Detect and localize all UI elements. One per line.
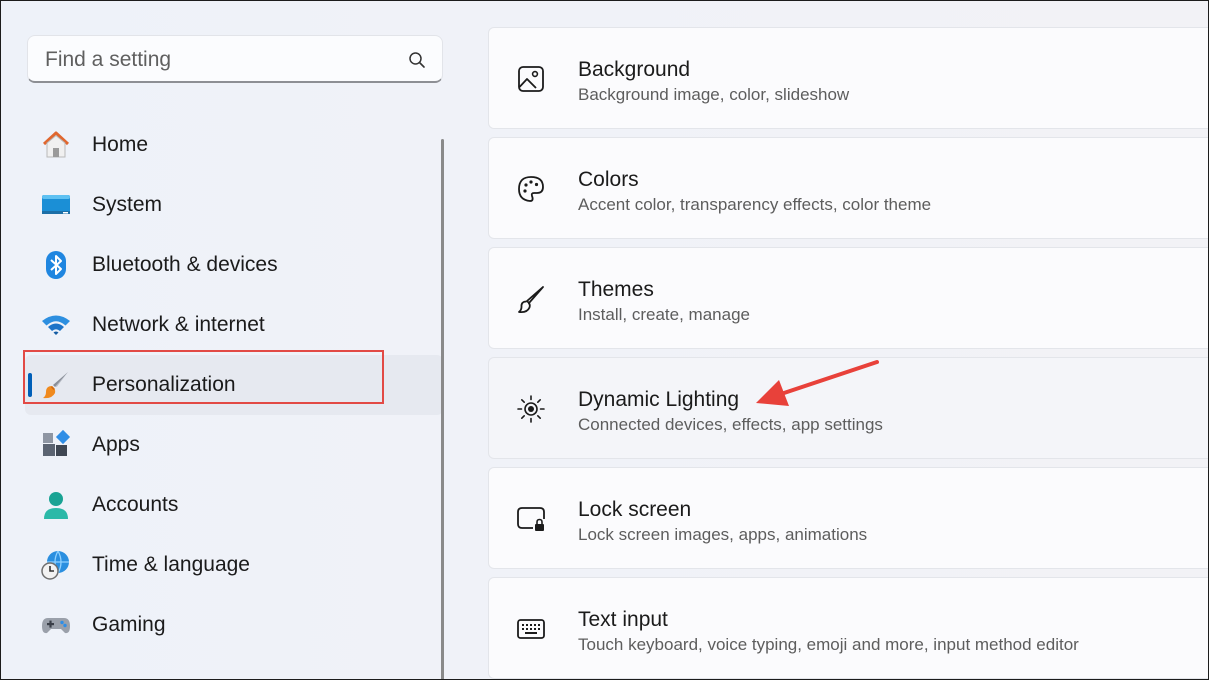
card-subtitle: Accent color, transparency effects, colo…: [578, 195, 932, 214]
sidebar-item-home[interactable]: Home: [25, 115, 443, 175]
card-subtitle: Background image, color, slideshow: [578, 85, 850, 104]
sidebar-item-label: Accounts: [92, 493, 179, 516]
sidebar-item-label: Network & internet: [92, 313, 265, 336]
sidebar-item-apps[interactable]: Apps: [25, 415, 443, 475]
palette-icon: [518, 176, 544, 202]
card-colors[interactable]: Colors Accent color, transparency effect…: [488, 137, 1208, 239]
sidebar-item-network[interactable]: Network & internet: [25, 295, 443, 355]
lock-screen-icon: [517, 507, 545, 531]
search-input[interactable]: [43, 36, 397, 84]
card-title: Dynamic Lighting: [578, 388, 740, 411]
card-subtitle: Lock screen images, apps, animations: [578, 525, 868, 544]
card-background[interactable]: Background Background image, color, slid…: [488, 27, 1208, 129]
card-title: Background: [578, 58, 691, 81]
card-themes[interactable]: Themes Install, create, manage: [488, 247, 1208, 349]
wifi-icon: [40, 309, 72, 341]
apps-icon: [40, 429, 72, 461]
sidebar-scrollbar[interactable]: [441, 139, 444, 679]
system-icon: [40, 189, 72, 221]
sidebar-item-label: Bluetooth & devices: [92, 253, 278, 276]
card-title: Colors: [578, 168, 639, 191]
sidebar-item-label: Home: [92, 133, 149, 156]
sidebar-item-label: System: [92, 193, 163, 216]
personalization-cards: Background Background image, color, slid…: [488, 27, 1208, 679]
card-subtitle: Touch keyboard, voice typing, emoji and …: [578, 635, 1079, 654]
search-box[interactable]: [27, 35, 443, 84]
image-icon: [518, 66, 544, 92]
sidebar-item-label: Apps: [92, 433, 140, 456]
sidebar-item-time-language[interactable]: Time & language: [25, 535, 443, 595]
sidebar-item-system[interactable]: System: [25, 175, 443, 235]
gamepad-icon: [40, 609, 72, 641]
card-subtitle: Connected devices, effects, app settings: [578, 415, 883, 434]
sidebar-item-label: Gaming: [92, 613, 166, 636]
sidebar-item-label: Time & language: [92, 553, 250, 576]
sidebar-item-bluetooth[interactable]: Bluetooth & devices: [25, 235, 443, 295]
card-subtitle: Install, create, manage: [578, 305, 750, 324]
sidebar-item-accounts[interactable]: Accounts: [25, 475, 443, 535]
card-title: Themes: [578, 278, 654, 301]
settings-window: Home System Bluetooth & devices: [0, 0, 1209, 680]
card-text-input[interactable]: Text input Touch keyboard, voice typing,…: [488, 577, 1208, 679]
globe-clock-icon: [40, 549, 72, 581]
card-lock-screen[interactable]: Lock screen Lock screen images, apps, an…: [488, 467, 1208, 569]
dynamic-lighting-icon: [517, 395, 545, 423]
search-icon[interactable]: [408, 51, 426, 69]
brush-icon: [518, 286, 544, 314]
home-icon: [40, 129, 72, 161]
bluetooth-icon: [40, 249, 72, 281]
annotation-highlight-box: [23, 350, 384, 404]
accounts-icon: [40, 489, 72, 521]
keyboard-icon: [517, 619, 545, 639]
sidebar-item-gaming[interactable]: Gaming: [25, 595, 443, 655]
card-title: Lock screen: [578, 498, 692, 521]
annotation-arrow: [756, 360, 879, 406]
card-title: Text input: [578, 608, 668, 631]
